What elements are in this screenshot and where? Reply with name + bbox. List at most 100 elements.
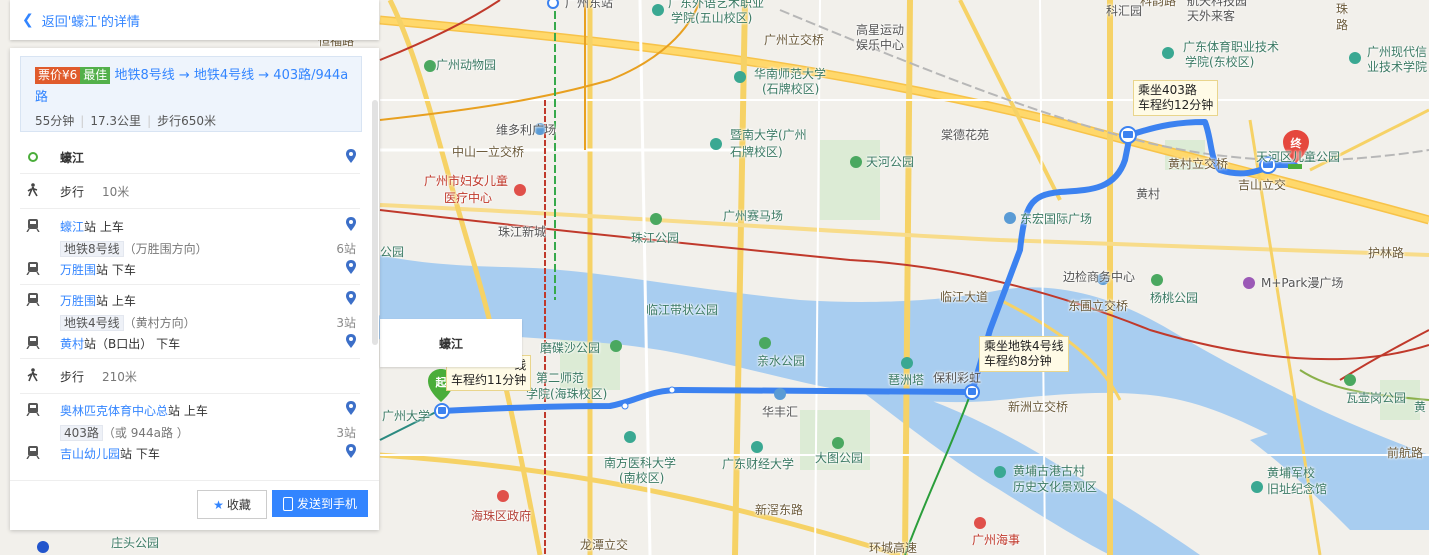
map-label: 磨碟沙公园 bbox=[540, 341, 601, 355]
bus-icon bbox=[26, 446, 40, 459]
step-alight[interactable]: 黄村站（B口出） 下车 bbox=[20, 334, 360, 354]
start-dot-icon bbox=[28, 152, 38, 162]
map-label: 新滘东路 bbox=[755, 503, 804, 517]
alight-station[interactable]: 黄村 bbox=[60, 337, 84, 351]
step-board[interactable]: 万胜围站 上车 bbox=[20, 291, 360, 311]
panel-footer: ★ 收藏 发送到手机 bbox=[10, 480, 379, 531]
stop-count: 3站 bbox=[336, 426, 356, 440]
back-link[interactable]: 返回'蠔江'的详情 bbox=[42, 11, 140, 30]
map-label: 广州立交桥 bbox=[764, 33, 825, 47]
map-label: 广东体育职业技术 bbox=[1183, 40, 1280, 54]
map-label: 环城高速 bbox=[869, 541, 918, 555]
divider bbox=[20, 393, 360, 394]
line-info: 地铁4号线 （黄村方向） bbox=[60, 314, 196, 331]
location-pin-icon[interactable] bbox=[346, 149, 356, 163]
map-label: 华南师范大学 bbox=[754, 67, 827, 81]
alight-station[interactable]: 万胜围 bbox=[60, 263, 96, 277]
poi-icon bbox=[1251, 481, 1263, 493]
map-label: (南校区) bbox=[619, 471, 665, 485]
map-label: 琶洲塔 bbox=[888, 373, 925, 387]
step-line[interactable]: 地铁4号线 （黄村方向） 3站 bbox=[20, 313, 360, 331]
map-label: 海珠区政府 bbox=[471, 509, 532, 523]
route-meta: 55分钟 | 17.3公里 | 步行650米 bbox=[35, 114, 217, 128]
park-icon bbox=[424, 60, 436, 72]
map-label: 广州动物园 bbox=[436, 58, 497, 72]
route-node bbox=[668, 386, 676, 394]
divider bbox=[20, 358, 360, 359]
route-panel: 票价¥6 最佳 地铁8号线 → 地铁4号线 → 403路/944a路 55分钟 | 1… bbox=[10, 48, 379, 530]
map-label: 亲水公园 bbox=[757, 354, 806, 368]
step-walk: 步行 210米 bbox=[20, 367, 360, 387]
board-station[interactable]: 奥林匹克体育中心总 bbox=[60, 404, 168, 418]
location-pin-icon[interactable] bbox=[346, 217, 356, 231]
map-label: 庄头公园 bbox=[111, 536, 160, 550]
metro4-callout: 乘坐地铁4号线 车程约8分钟 bbox=[979, 336, 1069, 372]
walk-label: 步行 bbox=[60, 185, 85, 199]
map-label: 新洲立交桥 bbox=[1008, 400, 1069, 414]
location-pin-icon[interactable] bbox=[346, 291, 356, 305]
map-label: 天外来客 bbox=[1187, 9, 1236, 23]
step-start[interactable]: 蠔江 bbox=[20, 148, 360, 168]
scrollbar[interactable] bbox=[372, 100, 378, 345]
favorite-button[interactable]: ★ 收藏 bbox=[197, 490, 267, 519]
step-line[interactable]: 403路 （或 944a路 ） 3站 bbox=[20, 423, 360, 441]
alight-station[interactable]: 吉山幼儿园 bbox=[60, 447, 120, 461]
start-station-tag-label: 蠔江 bbox=[438, 336, 463, 351]
map-label: 天河公园 bbox=[866, 155, 915, 169]
poi-icon bbox=[994, 466, 1006, 478]
map-label: 暨南大学(广州 bbox=[730, 128, 807, 142]
park-icon bbox=[650, 213, 662, 225]
map-label: 科汇园 bbox=[1106, 4, 1143, 18]
step-board[interactable]: 奥林匹克体育中心总站 上车 bbox=[20, 401, 360, 421]
map-label: 娱乐中心 bbox=[856, 38, 905, 52]
step-line[interactable]: 地铁8号线 （万胜围方向） 6站 bbox=[20, 239, 360, 257]
start-station-tag[interactable]: 蠔江 bbox=[380, 319, 522, 367]
location-pin-icon[interactable] bbox=[346, 401, 356, 415]
back-bar[interactable]: ❮ 返回'蠔江'的详情 bbox=[10, 0, 379, 40]
map-label: 黄 bbox=[1414, 400, 1427, 414]
map-label: 旧址纪念馆 bbox=[1267, 482, 1328, 496]
end-marker-label: 终 bbox=[1291, 136, 1303, 150]
map-label: 黄村立交桥 bbox=[1168, 157, 1229, 171]
map-label: 杨桃公园 bbox=[1150, 291, 1199, 305]
walk-icon bbox=[27, 183, 38, 197]
location-pin-icon[interactable] bbox=[346, 444, 356, 458]
location-pin-icon[interactable] bbox=[346, 334, 356, 348]
walk-icon bbox=[27, 368, 38, 382]
metro-stop-dot bbox=[547, 0, 559, 9]
park-area bbox=[820, 140, 880, 220]
metro-icon bbox=[26, 219, 40, 232]
park-icon bbox=[759, 337, 771, 349]
map-label: 学院(东校区) bbox=[1185, 55, 1255, 69]
location-pin-icon[interactable] bbox=[346, 260, 356, 274]
map-label: 维多利广场 bbox=[496, 123, 557, 137]
line-info: 403路 （或 944a路 ） bbox=[60, 424, 189, 441]
step-alight[interactable]: 吉山幼儿园站 下车 bbox=[20, 444, 360, 464]
gov-icon bbox=[497, 490, 509, 502]
route-summary[interactable]: 票价¥6 最佳 地铁8号线 → 地铁4号线 → 403路/944a路 55分钟 | 1… bbox=[20, 56, 362, 132]
step-alight[interactable]: 万胜围站 下车 bbox=[20, 260, 360, 280]
map-label: 吉山立交 bbox=[1238, 178, 1287, 192]
metro8-callout-line2: 车程约11分钟 bbox=[451, 373, 527, 387]
board-station[interactable]: 万胜围 bbox=[60, 294, 96, 308]
step-board[interactable]: 蠔江站 上车 bbox=[20, 217, 360, 237]
map-label: 大图公园 bbox=[815, 451, 864, 465]
map-label: 临江带状公园 bbox=[646, 303, 719, 317]
board-label: 万胜围站 上车 bbox=[60, 294, 136, 308]
divider bbox=[20, 208, 360, 209]
map-label: 边检商务中心 bbox=[1063, 270, 1136, 284]
poi-icon bbox=[652, 4, 664, 16]
line-info: 地铁8号线 （万胜围方向） bbox=[60, 240, 208, 257]
map-label: 保利彩虹 bbox=[933, 371, 982, 385]
route-node bbox=[621, 402, 629, 410]
board-station[interactable]: 蠔江 bbox=[60, 220, 84, 234]
metro4-callout-line1: 乘坐地铁4号线 bbox=[984, 339, 1064, 353]
map-label: 广州海事 bbox=[972, 533, 1021, 547]
route-walk: 步行650米 bbox=[157, 114, 217, 128]
walk-distance: 10米 bbox=[102, 185, 130, 199]
map-label: 广东外语艺术职业 bbox=[668, 0, 765, 10]
alight-label: 吉山幼儿园站 下车 bbox=[60, 447, 160, 461]
stop-count: 6站 bbox=[336, 242, 356, 256]
tower-icon bbox=[901, 357, 913, 369]
send-to-phone-button[interactable]: 发送到手机 bbox=[272, 490, 368, 517]
